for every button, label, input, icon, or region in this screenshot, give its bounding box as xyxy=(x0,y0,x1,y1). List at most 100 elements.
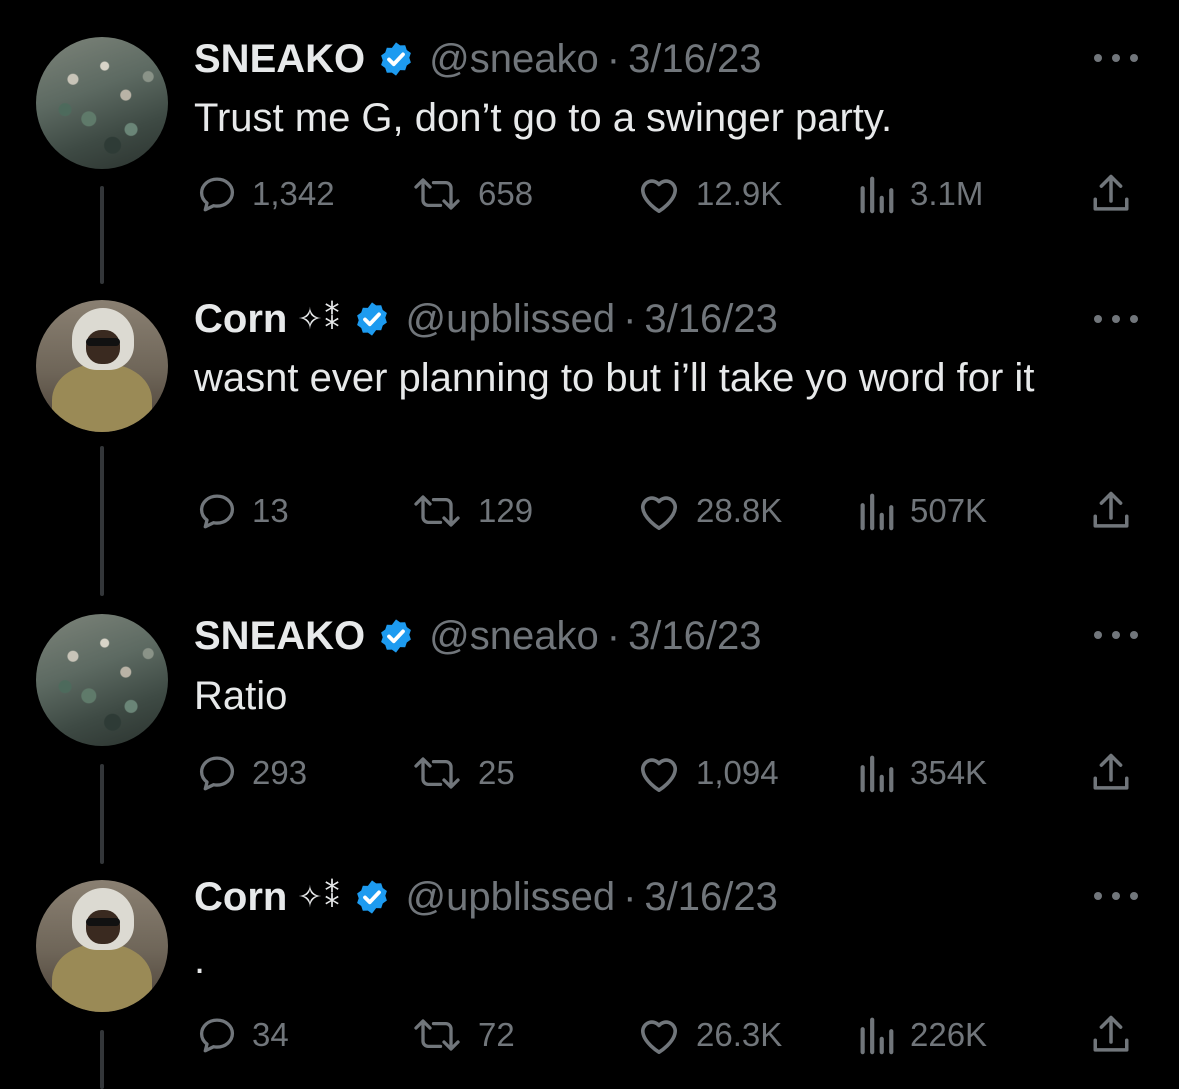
views-button[interactable]: 354K xyxy=(856,748,987,798)
avatar[interactable] xyxy=(36,880,168,1012)
share-icon xyxy=(1093,174,1129,211)
retweet-count: 25 xyxy=(478,754,515,791)
avatar[interactable] xyxy=(36,300,168,432)
separator-dot: · xyxy=(623,296,637,341)
retweet-button[interactable]: 658 xyxy=(410,169,533,219)
action-bar: 1,342 658 12.9K 3.1M xyxy=(0,169,1179,219)
retweet-button[interactable]: 25 xyxy=(410,748,515,798)
views-icon xyxy=(860,176,894,214)
reply-count: 13 xyxy=(252,492,289,529)
avatar[interactable] xyxy=(36,614,168,746)
name-emoji: ✧⁑ xyxy=(297,302,342,336)
verified-badge-icon xyxy=(357,302,388,336)
tweet-header: Corn ✧⁑ @upblissed · 3/16/23 xyxy=(194,292,778,346)
separator-dot: · xyxy=(623,874,637,919)
like-count: 28.8K xyxy=(696,492,783,529)
retweet-icon xyxy=(414,178,460,210)
reply-icon xyxy=(199,494,235,529)
verified-badge-icon xyxy=(381,619,412,653)
like-count: 26.3K xyxy=(696,1016,783,1053)
views-count: 507K xyxy=(910,492,988,529)
tweet[interactable]: Corn ✧⁑ @upblissed · 3/16/23 . 34 72 26.… xyxy=(0,870,1179,1089)
reply-button[interactable]: 13 xyxy=(196,486,289,536)
reply-count: 34 xyxy=(252,1016,289,1053)
retweet-icon xyxy=(414,757,460,789)
reply-icon xyxy=(199,177,235,212)
user-handle[interactable]: @upblissed xyxy=(405,875,615,920)
like-count: 12.9K xyxy=(696,175,783,212)
like-button[interactable]: 12.9K xyxy=(636,169,782,219)
separator-dot: · xyxy=(606,36,621,81)
name-emoji: ✧⁑ xyxy=(297,880,342,914)
like-icon xyxy=(640,179,678,213)
user-handle[interactable]: @sneako xyxy=(429,37,599,82)
views-icon xyxy=(860,1017,894,1055)
display-name[interactable]: Corn xyxy=(194,875,287,920)
action-bar: 13 129 28.8K 507K xyxy=(0,486,1179,536)
tweet-date[interactable]: 3/16/23 xyxy=(628,37,761,82)
views-count: 226K xyxy=(910,1016,988,1053)
views-icon xyxy=(860,493,894,531)
like-icon xyxy=(640,758,678,792)
share-button[interactable] xyxy=(1090,169,1132,219)
retweet-icon xyxy=(414,1019,460,1051)
separator-dot: · xyxy=(606,613,621,658)
retweet-button[interactable]: 129 xyxy=(410,486,533,536)
action-bar: 34 72 26.3K 226K xyxy=(0,1010,1179,1060)
tweet[interactable]: SNEAKO @sneako · 3/16/23 Ratio 293 25 1,… xyxy=(0,600,1179,870)
views-count: 354K xyxy=(910,754,988,791)
views-button[interactable]: 226K xyxy=(856,1010,987,1060)
reply-icon xyxy=(199,756,235,791)
share-button[interactable] xyxy=(1090,1010,1132,1060)
tweet-text: . xyxy=(194,938,206,982)
verified-badge-icon xyxy=(381,42,412,76)
views-button[interactable]: 3.1M xyxy=(856,169,983,219)
reply-button[interactable]: 1,342 xyxy=(196,169,335,219)
like-button[interactable]: 1,094 xyxy=(636,748,779,798)
tweet-date[interactable]: 3/16/23 xyxy=(628,614,761,659)
tweet-date[interactable]: 3/16/23 xyxy=(644,875,777,920)
share-button[interactable] xyxy=(1090,486,1132,536)
tweet-date[interactable]: 3/16/23 xyxy=(644,297,777,342)
share-button[interactable] xyxy=(1090,748,1132,798)
tweet-header: SNEAKO @sneako · 3/16/23 xyxy=(194,609,762,663)
views-button[interactable]: 507K xyxy=(856,486,987,536)
verified-badge-icon xyxy=(357,880,388,914)
retweet-count: 72 xyxy=(478,1016,515,1053)
retweet-button[interactable]: 72 xyxy=(410,1010,515,1060)
tweet-header: SNEAKO @sneako · 3/16/23 xyxy=(194,32,762,86)
more-icon[interactable] xyxy=(1094,52,1138,64)
retweet-count: 129 xyxy=(478,492,534,529)
like-icon xyxy=(640,1020,678,1054)
reply-count: 293 xyxy=(252,754,308,791)
views-count: 3.1M xyxy=(910,175,984,212)
tweet-text: Ratio xyxy=(194,674,288,718)
action-bar: 293 25 1,094 354K xyxy=(0,748,1179,798)
like-button[interactable]: 26.3K xyxy=(636,1010,782,1060)
more-icon[interactable] xyxy=(1094,313,1138,325)
reply-button[interactable]: 293 xyxy=(196,748,307,798)
share-icon xyxy=(1093,1015,1129,1052)
more-icon[interactable] xyxy=(1094,890,1138,902)
tweet[interactable]: Corn ✧⁑ @upblissed · 3/16/23 wasnt ever … xyxy=(0,290,1179,600)
user-handle[interactable]: @sneako xyxy=(429,614,599,659)
share-icon xyxy=(1093,753,1129,790)
display-name[interactable]: SNEAKO xyxy=(194,614,365,659)
like-icon xyxy=(640,496,678,530)
reply-button[interactable]: 34 xyxy=(196,1010,289,1060)
display-name[interactable]: SNEAKO xyxy=(194,37,365,82)
retweet-icon xyxy=(414,495,460,527)
share-icon xyxy=(1093,491,1129,528)
retweet-count: 658 xyxy=(478,175,534,212)
display-name[interactable]: Corn xyxy=(194,297,287,342)
avatar[interactable] xyxy=(36,37,168,169)
tweet[interactable]: SNEAKO @sneako · 3/16/23 Trust me G, don… xyxy=(0,0,1179,290)
user-handle[interactable]: @upblissed xyxy=(405,297,615,342)
tweet-text: wasnt ever planning to but i’ll take yo … xyxy=(194,356,1035,400)
more-icon[interactable] xyxy=(1094,629,1138,641)
like-count: 1,094 xyxy=(696,754,779,791)
reply-count: 1,342 xyxy=(252,175,335,212)
like-button[interactable]: 28.8K xyxy=(636,486,782,536)
views-icon xyxy=(860,755,894,793)
tweet-text: Trust me G, don’t go to a swinger party. xyxy=(194,96,893,140)
